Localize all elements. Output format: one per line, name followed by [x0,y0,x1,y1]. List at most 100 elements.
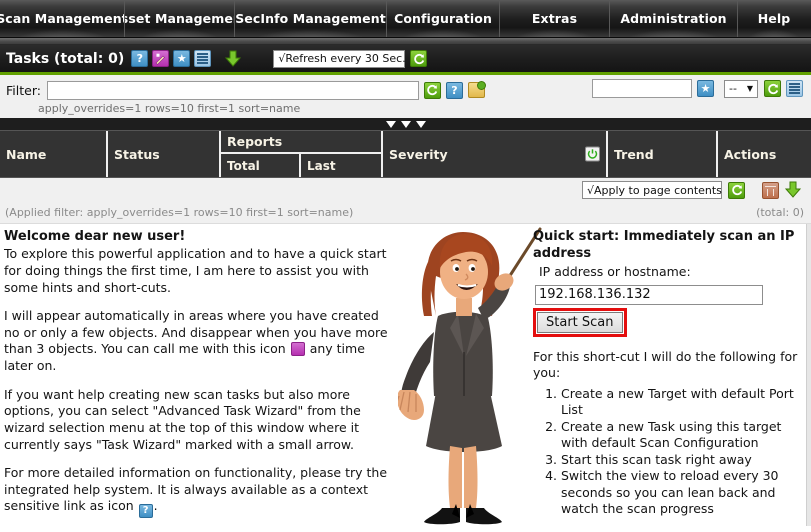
reports-subcolumns: Total Last [221,154,381,177]
saved-filter-value: -- [729,82,737,95]
export-download-icon[interactable] [783,181,803,200]
wizard-icon[interactable] [152,50,170,67]
menu-item-extras[interactable]: Extras [500,0,610,37]
right-edge-divider [806,224,811,526]
refresh-icon [767,83,778,94]
ip-address-label: IP address or hostname: [539,264,691,280]
menu-item-asset-management[interactable]: Asset Management [125,0,235,37]
refresh-icon [427,84,438,96]
inline-wizard-icon [290,342,305,357]
menu-label: SecInfo Management [235,11,386,26]
column-header-actions: Actions [718,131,811,177]
download-icon-glyph [225,50,242,67]
tasks-title: Tasks (total: 0) [6,50,125,67]
column-header-status[interactable]: Status [108,131,221,177]
apply-scope-value: √Apply to page contents [587,183,722,197]
welcome-paragraph-3: If you want help creating new scan tasks… [4,386,361,452]
filter-note: apply_overrides=1 rows=10 first=1 sort=n… [0,101,811,118]
menu-item-scan-management[interactable]: Scan Management [0,0,125,37]
triangle-down-icon [415,120,426,128]
start-scan-highlight-box: Start Scan [533,307,627,337]
apply-actions-row: √Apply to page contents ▼ [0,178,811,202]
menu-label: Asset Management [125,11,234,26]
list-item: Create a new Target with default Port Li… [561,386,805,419]
column-label-reports: Reports [221,131,381,154]
save-filter-star-icon[interactable]: ★ [697,80,714,97]
filter-icon-group: ? [423,81,486,99]
column-label: Trend [614,146,654,162]
menu-item-configuration[interactable]: Configuration [387,0,500,37]
download-icon[interactable] [223,50,243,67]
menu-label: Extras [531,11,578,26]
filter-label: Filter: [6,82,41,98]
filter-help-icon[interactable]: ? [445,81,463,99]
menu-item-administration[interactable]: Administration [610,0,738,37]
apply-saved-filter-button[interactable] [764,80,781,97]
applied-filter-text: (Applied filter: apply_overrides=1 rows=… [5,206,354,219]
ip-address-input[interactable] [535,284,763,305]
help-icon-glyph: ? [451,83,458,97]
refresh-icon [731,184,742,196]
welcome-paragraph-4: For more detailed information on functio… [4,465,396,519]
triangle-down-icon [385,120,396,128]
quickstart-panel: Quick start: Immediately scan an IP addr… [533,228,805,526]
sort-indicator-bar [0,118,811,130]
filter-right-group: ★ -- ▼ [592,79,803,98]
menu-label: Configuration [394,11,492,26]
shortcut-steps-list: Create a new Target with default Port Li… [533,386,805,518]
help-icon[interactable]: ? [131,50,149,67]
applied-total-count: (total: 0) [756,206,804,219]
applied-filter-row: (Applied filter: apply_overrides=1 rows=… [0,202,811,224]
menu-item-help[interactable]: Help [738,0,810,37]
welcome-panel: Welcome dear new user! To explore this p… [4,228,396,526]
column-header-name[interactable]: Name [0,131,108,177]
tasks-toolbar: Tasks (total: 0) ? ★ √Refresh every 30 S… [0,45,811,75]
list-item: Create a new Task using this target with… [561,419,805,452]
assistant-mascot-illustration [394,224,543,526]
main-menu-bar: Scan Management Asset Management SecInfo… [0,0,811,38]
menu-label: Scan Management [0,11,125,26]
refresh-interval-select[interactable]: √Refresh every 30 Sec. ▼ [273,49,418,68]
welcome-paragraph-4a: For more detailed information on functio… [4,465,388,514]
filter-row: Filter: ? ★ -- ▼ [0,75,811,101]
severity-class-toggle-icon[interactable] [585,146,600,162]
column-header-trend[interactable]: Trend [608,131,718,177]
list-icon-glyph [789,82,800,96]
column-header-reports[interactable]: Reports Total Last [221,131,383,177]
list-item: Start this scan task right away [561,452,805,469]
list-icon[interactable] [194,50,212,67]
list-icon-glyph [197,52,209,66]
column-label: Name [6,146,47,162]
help-icon-glyph: ? [136,52,143,65]
filter-list-icon[interactable] [786,80,803,97]
wizard-icon-glyph [155,53,166,65]
column-header-reports-total[interactable]: Total [221,154,301,177]
apply-scope-select[interactable]: √Apply to page contents ▼ [582,181,734,199]
menu-label: Help [757,11,791,26]
menu-item-secinfo-management[interactable]: SecInfo Management [235,0,387,37]
power-icon [587,149,598,159]
new-filter-icon[interactable] [467,81,486,98]
column-header-severity[interactable]: Severity [383,131,608,177]
apply-refresh-button[interactable] [728,181,745,199]
welcome-paragraph-1: To explore this powerful application and… [4,246,387,295]
column-label: Status [114,146,160,162]
saved-filter-select[interactable]: -- ▼ [724,79,758,98]
welcome-heading: Welcome dear new user! [4,229,186,244]
filter-name-input[interactable] [592,79,692,98]
filter-refresh-button[interactable] [423,81,441,99]
trash-icon[interactable] [762,181,779,199]
column-header-reports-last[interactable]: Last [301,154,381,177]
filter-input[interactable] [46,80,419,100]
triangle-down-icon [400,120,411,128]
quickstart-heading: Quick start: Immediately scan an IP addr… [533,229,795,262]
start-scan-button[interactable]: Start Scan [537,311,623,333]
menu-bar-shadow-strip [0,38,811,45]
star-icon[interactable]: ★ [173,50,191,67]
star-icon-glyph: ★ [176,52,187,65]
column-label: Severity [389,146,448,162]
refresh-controls: √Refresh every 30 Sec. ▼ [273,49,428,68]
chevron-down-icon: ▼ [746,84,753,93]
refresh-button[interactable] [410,50,428,67]
refresh-icon [414,53,424,64]
